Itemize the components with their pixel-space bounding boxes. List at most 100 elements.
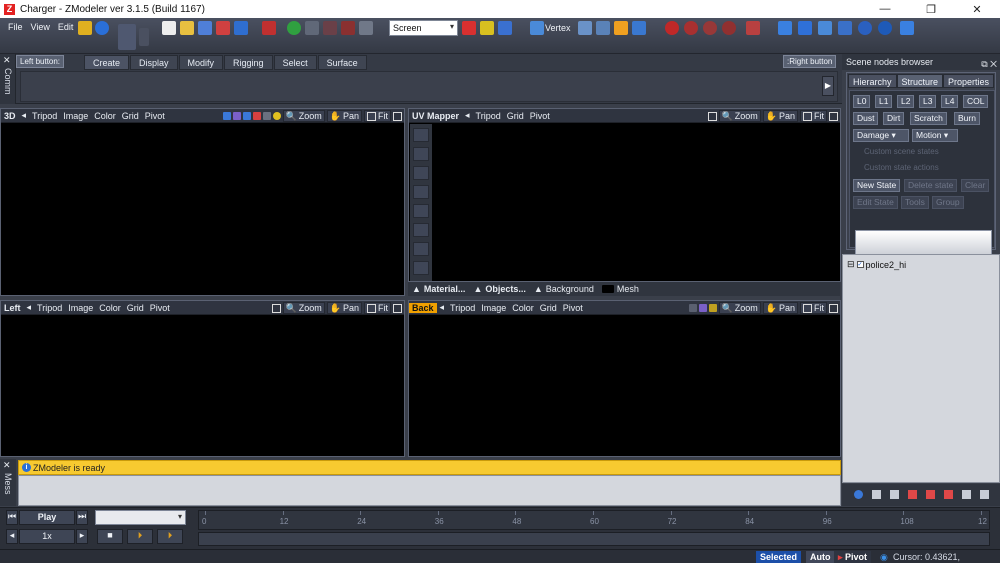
viewport-uv-mapper[interactable]: UV Mapper ◂ Tripod Grid Pivot 🔍 Zoom ✋ Pan…: [408, 108, 841, 282]
fit-button[interactable]: Fit: [800, 302, 827, 314]
wireframe-icon[interactable]: [698, 304, 707, 312]
eye-icon[interactable]: [878, 21, 892, 35]
close-button[interactable]: ✕: [954, 0, 1000, 18]
viewport-left-grid[interactable]: Grid: [124, 303, 147, 313]
tab-structure[interactable]: Structure: [896, 74, 944, 88]
delete-state-button[interactable]: Delete state: [904, 179, 958, 192]
viewport-uv-tripod[interactable]: Tripod: [473, 111, 504, 121]
motion-dropdown[interactable]: Motion ▾: [912, 129, 958, 142]
command-expand-button[interactable]: ▶: [822, 76, 834, 96]
visibility-checkbox[interactable]: ✓: [856, 261, 864, 268]
refresh-icon[interactable]: [854, 490, 863, 499]
lod-l1-button[interactable]: L1: [875, 95, 893, 108]
tab-properties[interactable]: Properties: [943, 74, 995, 88]
play-button[interactable]: Play: [19, 510, 75, 525]
maximize-viewport-icon[interactable]: [829, 303, 838, 313]
viewport-back-grid[interactable]: Grid: [537, 303, 560, 313]
lod-l4-button[interactable]: L4: [941, 95, 959, 108]
tab-display[interactable]: Display: [130, 55, 178, 70]
key-icon[interactable]: ⏵: [127, 529, 153, 544]
open-file-icon[interactable]: [180, 21, 194, 35]
step-back-icon[interactable]: ◂: [6, 529, 18, 544]
lod-col-button[interactable]: COL: [963, 95, 989, 108]
status-pivot[interactable]: ▸ Pivot: [834, 551, 872, 563]
view-mode-combo[interactable]: Screen ▾: [389, 20, 458, 36]
viewport-3d-canvas[interactable]: [1, 124, 404, 295]
sphere-icon[interactable]: [858, 21, 872, 35]
clipboard-icon[interactable]: [359, 21, 373, 35]
chevron-left-icon[interactable]: ◂: [437, 302, 448, 313]
dropdown-icon[interactable]: [271, 303, 281, 313]
snapshot-icon[interactable]: [78, 21, 92, 35]
viewport-left[interactable]: Left ◂ Tripod Image Color Grid Pivot 🔍 Zo…: [0, 300, 405, 457]
snap-vertex-icon[interactable]: [703, 21, 717, 35]
vertex-mode-label[interactable]: Vertex: [545, 23, 571, 33]
render-icon[interactable]: [287, 21, 301, 35]
tab-rigging[interactable]: Rigging: [224, 55, 273, 70]
cut-icon[interactable]: [323, 21, 337, 35]
uv-flip-icon[interactable]: [413, 261, 429, 275]
fit-button[interactable]: Fit: [800, 110, 827, 122]
edge-mode-icon[interactable]: [578, 21, 592, 35]
viewport-back-image[interactable]: Image: [478, 303, 509, 313]
go-end-icon[interactable]: ⏭: [76, 510, 88, 525]
menu-file[interactable]: File: [4, 22, 27, 32]
viewport-left-name[interactable]: Left: [1, 303, 24, 313]
undo-history-icon[interactable]: [118, 24, 136, 50]
tab-select[interactable]: Select: [273, 55, 317, 70]
maximize-viewport-icon[interactable]: [829, 111, 838, 121]
group-button[interactable]: Group: [932, 196, 964, 209]
undo-icon[interactable]: [234, 21, 248, 35]
minimize-button[interactable]: —: [862, 0, 908, 18]
new-state-button[interactable]: New State: [853, 179, 901, 192]
uv-weld-icon[interactable]: [413, 223, 429, 237]
fit-button[interactable]: Fit: [364, 302, 391, 314]
viewport-back[interactable]: Back ◂ Tripod Image Color Grid Pivot 🔍 Zo…: [408, 300, 841, 457]
menu-view[interactable]: View: [27, 22, 54, 32]
node-down-icon[interactable]: [980, 490, 989, 499]
settings-icon[interactable]: [900, 21, 914, 35]
viewport-3d-tripod[interactable]: Tripod: [29, 111, 60, 121]
zoom-button[interactable]: 🔍 Zoom: [718, 302, 761, 314]
step-forward-icon[interactable]: ▸: [76, 529, 88, 544]
viewport-3d[interactable]: 3D ◂ Tripod Image Color Grid Pivot 🔍 Zoom…: [0, 108, 405, 296]
pan-button[interactable]: ✋ Pan: [762, 302, 798, 314]
new-file-icon[interactable]: [162, 21, 176, 35]
axis-x-icon[interactable]: [462, 21, 476, 35]
dust-button[interactable]: Dust: [853, 112, 879, 125]
bone-icon[interactable]: [262, 112, 271, 120]
vertex-mode-icon[interactable]: [530, 21, 544, 35]
tree-node[interactable]: ⊟ ✓ police2_hi: [847, 259, 906, 270]
texture-view-icon[interactable]: [242, 112, 251, 120]
uv-move-icon[interactable]: [413, 147, 429, 161]
tab-surface[interactable]: Surface: [317, 55, 367, 70]
viewport-3d-pivot[interactable]: Pivot: [142, 111, 168, 121]
scene-tree[interactable]: ⊟ ✓ police2_hi: [842, 254, 1000, 483]
snap-grid-icon[interactable]: [684, 21, 698, 35]
delete-icon[interactable]: [216, 21, 230, 35]
status-selected[interactable]: Selected: [756, 551, 802, 563]
speed-button[interactable]: 1x: [19, 529, 75, 544]
wireframe-icon[interactable]: [232, 112, 241, 120]
camera-icon[interactable]: [798, 21, 812, 35]
viewport-3d-image[interactable]: Image: [60, 111, 91, 121]
fit-button[interactable]: Fit: [364, 110, 391, 122]
dirt-button[interactable]: Dirt: [883, 112, 905, 125]
material-icon[interactable]: [818, 21, 832, 35]
uv-scale-icon[interactable]: [413, 185, 429, 199]
viewport-uv-name[interactable]: UV Mapper: [409, 111, 462, 121]
status-auto[interactable]: Auto: [806, 551, 835, 563]
tab-hierarchy[interactable]: Hierarchy: [848, 74, 897, 88]
viewport-3d-name[interactable]: 3D: [1, 111, 19, 121]
expand-icon[interactable]: ⊟: [847, 259, 855, 270]
node-unlink-icon[interactable]: [944, 490, 953, 499]
uv-split-icon[interactable]: [413, 242, 429, 256]
viewport-3d-color[interactable]: Color: [91, 111, 119, 121]
uv-rotate-icon[interactable]: [413, 166, 429, 180]
record-icon[interactable]: ⏵: [157, 529, 183, 544]
snap-edge-icon[interactable]: [722, 21, 736, 35]
pan-button[interactable]: ✋ Pan: [326, 110, 362, 122]
snap-face-icon[interactable]: [746, 21, 760, 35]
copy-icon[interactable]: [305, 21, 319, 35]
texture-view-icon[interactable]: [708, 304, 717, 312]
